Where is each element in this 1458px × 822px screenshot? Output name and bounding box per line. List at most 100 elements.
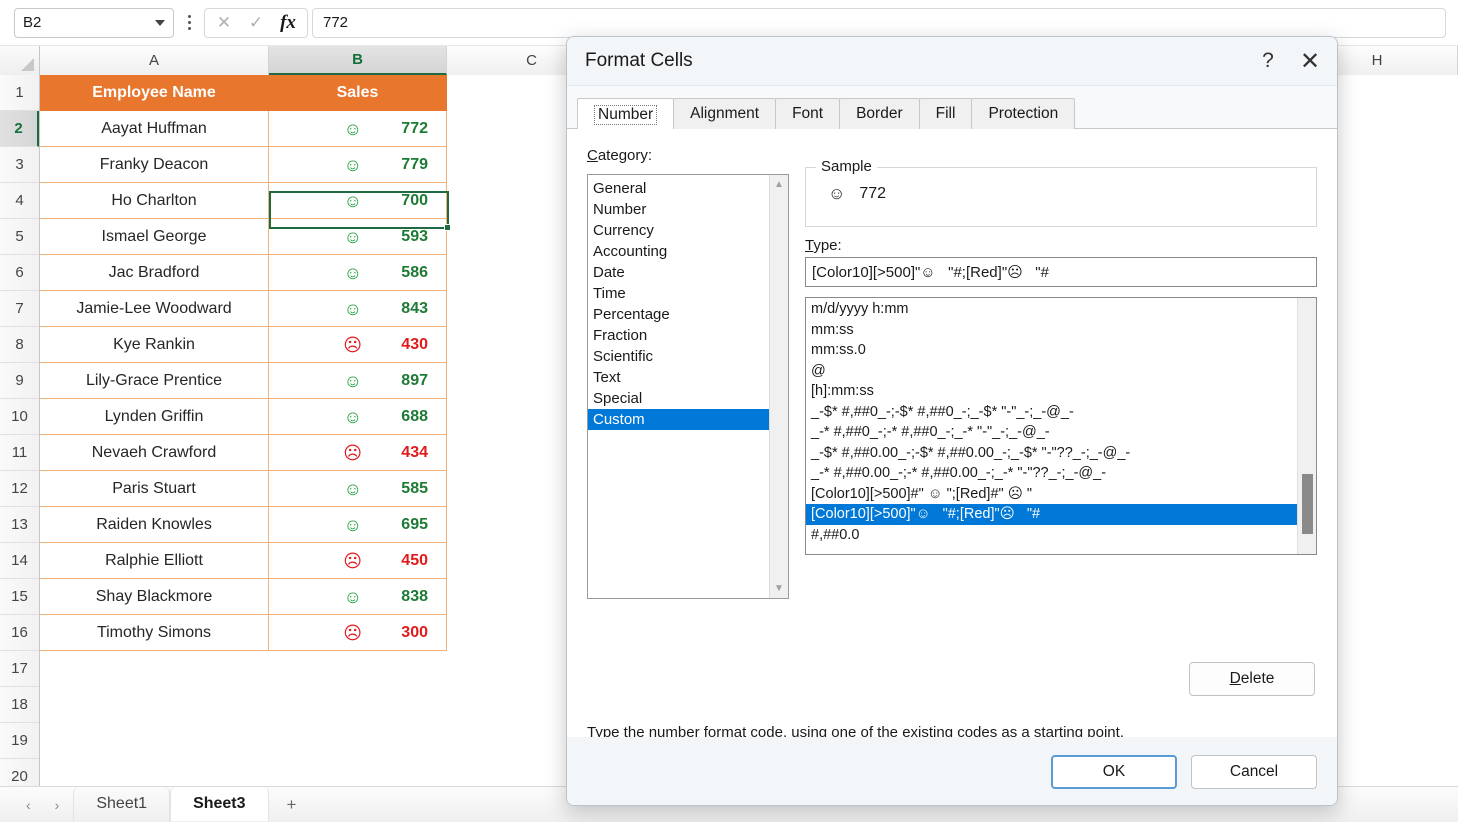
tab-fill[interactable]: Fill	[918, 98, 973, 129]
cell-a6[interactable]: Jac Bradford	[40, 255, 269, 291]
cell-b7[interactable]: ☺ 843	[269, 291, 447, 327]
help-icon[interactable]: ?	[1247, 41, 1289, 81]
cell-b15[interactable]: ☺ 838	[269, 579, 447, 615]
row-header-14[interactable]: 14	[0, 543, 39, 579]
row-header-19[interactable]: 19	[0, 723, 39, 759]
confirm-icon[interactable]: ✓	[241, 9, 271, 37]
category-item-custom[interactable]: Custom	[588, 409, 769, 430]
row-header-2[interactable]: 2	[0, 111, 39, 147]
cell-b9[interactable]: ☺ 897	[269, 363, 447, 399]
add-sheet-icon[interactable]: +	[269, 787, 311, 815]
row-header-9[interactable]: 9	[0, 363, 39, 399]
row-header-18[interactable]: 18	[0, 687, 39, 723]
cell-a13[interactable]: Raiden Knowles	[40, 507, 269, 543]
cell-empty-18[interactable]	[40, 687, 448, 723]
delete-button[interactable]: Delete	[1189, 662, 1315, 696]
cell-a7[interactable]: Jamie-Lee Woodward	[40, 291, 269, 327]
cell-b3[interactable]: ☺ 779	[269, 147, 447, 183]
category-item-scientific[interactable]: Scientific	[588, 346, 769, 367]
cell-b12[interactable]: ☺ 585	[269, 471, 447, 507]
cell-a15[interactable]: Shay Blackmore	[40, 579, 269, 615]
tab-alignment[interactable]: Alignment	[673, 98, 777, 129]
row-header-15[interactable]: 15	[0, 579, 39, 615]
column-header-b[interactable]: B	[269, 46, 447, 75]
cell-a8[interactable]: Kye Rankin	[40, 327, 269, 363]
category-item-special[interactable]: Special	[588, 388, 769, 409]
cell-b11[interactable]: ☹ 434	[269, 435, 447, 471]
cell-b16[interactable]: ☹ 300	[269, 615, 447, 651]
list-item[interactable]: mm:ss	[806, 320, 1297, 341]
list-item[interactable]: [h]:mm:ss	[806, 381, 1297, 402]
close-icon[interactable]: ✕	[1289, 41, 1331, 81]
cell-empty-17[interactable]	[40, 651, 448, 687]
row-header-12[interactable]: 12	[0, 471, 39, 507]
category-item-text[interactable]: Text	[588, 367, 769, 388]
category-item-currency[interactable]: Currency	[588, 220, 769, 241]
tab-font[interactable]: Font	[775, 98, 841, 129]
cell-a1[interactable]: Employee Name	[40, 75, 269, 111]
row-header-4[interactable]: 4	[0, 183, 39, 219]
format-list-scrollbar[interactable]	[1297, 298, 1316, 554]
list-item[interactable]: _-$* #,##0_-;-$* #,##0_-;_-$* "-"_-;_-@_…	[806, 402, 1297, 423]
type-input[interactable]: [Color10][>500]"☺ "#;[Red]"☹ "#	[805, 257, 1317, 287]
row-header-13[interactable]: 13	[0, 507, 39, 543]
row-header-17[interactable]: 17	[0, 651, 39, 687]
list-item[interactable]: [Color10][>500]#" ☺ ";[Red]#" ☹ "	[806, 484, 1297, 505]
list-item[interactable]: mm:ss.0	[806, 340, 1297, 361]
cell-b1[interactable]: Sales	[269, 75, 447, 111]
next-sheet-icon[interactable]: ›	[55, 797, 60, 813]
cell-a12[interactable]: Paris Stuart	[40, 471, 269, 507]
cell-a16[interactable]: Timothy Simons	[40, 615, 269, 651]
cell-a14[interactable]: Ralphie Elliott	[40, 543, 269, 579]
cell-a2[interactable]: Aayat Huffman	[40, 111, 269, 147]
list-item[interactable]: #,##0.0	[806, 525, 1297, 546]
cell-b10[interactable]: ☺ 688	[269, 399, 447, 435]
chevron-down-icon[interactable]	[155, 19, 165, 26]
cell-b14[interactable]: ☹ 450	[269, 543, 447, 579]
row-header-10[interactable]: 10	[0, 399, 39, 435]
cell-b4[interactable]: ☺ 700	[269, 183, 447, 219]
sheet-tab-sheet1[interactable]: Sheet1	[73, 787, 171, 821]
scroll-down-icon[interactable]: ▼	[770, 579, 788, 598]
row-header-8[interactable]: 8	[0, 327, 39, 363]
list-item[interactable]: _-$* #,##0.00_-;-$* #,##0.00_-;_-$* "-"?…	[806, 443, 1297, 464]
cell-b13[interactable]: ☺ 695	[269, 507, 447, 543]
category-item-number[interactable]: Number	[588, 199, 769, 220]
more-options-icon[interactable]	[178, 8, 200, 38]
cell-b5[interactable]: ☺ 593	[269, 219, 447, 255]
list-item[interactable]: @	[806, 361, 1297, 382]
category-item-fraction[interactable]: Fraction	[588, 325, 769, 346]
cell-a4[interactable]: Ho Charlton	[40, 183, 269, 219]
cell-empty-19[interactable]	[40, 723, 448, 759]
column-header-a[interactable]: A	[40, 46, 269, 75]
category-item-accounting[interactable]: Accounting	[588, 241, 769, 262]
list-item[interactable]: _-* #,##0.00_-;-* #,##0.00_-;_-* "-"??_-…	[806, 463, 1297, 484]
cell-a10[interactable]: Lynden Griffin	[40, 399, 269, 435]
category-item-date[interactable]: Date	[588, 262, 769, 283]
category-listbox[interactable]: General Number Currency Accounting Date …	[587, 174, 789, 599]
row-header-3[interactable]: 3	[0, 147, 39, 183]
category-scrollbar[interactable]: ▲ ▼	[769, 175, 788, 598]
ok-button[interactable]: OK	[1051, 755, 1177, 789]
row-header-6[interactable]: 6	[0, 255, 39, 291]
row-header-20[interactable]: 20	[0, 759, 39, 786]
category-item-time[interactable]: Time	[588, 283, 769, 304]
list-item[interactable]: m/d/yyyy h:mm	[806, 299, 1297, 320]
list-item-selected[interactable]: [Color10][>500]"☺ "#;[Red]"☹ "#	[806, 504, 1297, 525]
scrollbar-thumb[interactable]	[1302, 474, 1313, 534]
cell-b2[interactable]: ☺ 772	[269, 111, 447, 147]
tab-number[interactable]: Number	[577, 98, 675, 130]
format-code-listbox[interactable]: m/d/yyyy h:mm mm:ss mm:ss.0 @ [h]:mm:ss …	[805, 297, 1317, 555]
tab-protection[interactable]: Protection	[971, 98, 1076, 129]
cell-b6[interactable]: ☺ 586	[269, 255, 447, 291]
row-header-5[interactable]: 5	[0, 219, 39, 255]
select-all-corner[interactable]	[0, 46, 40, 75]
row-header-7[interactable]: 7	[0, 291, 39, 327]
category-item-general[interactable]: General	[588, 178, 769, 199]
cell-empty-20[interactable]	[40, 759, 448, 786]
prev-sheet-icon[interactable]: ‹	[26, 797, 31, 813]
row-header-1[interactable]: 1	[0, 75, 39, 111]
cancel-icon[interactable]: ✕	[209, 9, 239, 37]
row-header-16[interactable]: 16	[0, 615, 39, 651]
cell-a9[interactable]: Lily-Grace Prentice	[40, 363, 269, 399]
